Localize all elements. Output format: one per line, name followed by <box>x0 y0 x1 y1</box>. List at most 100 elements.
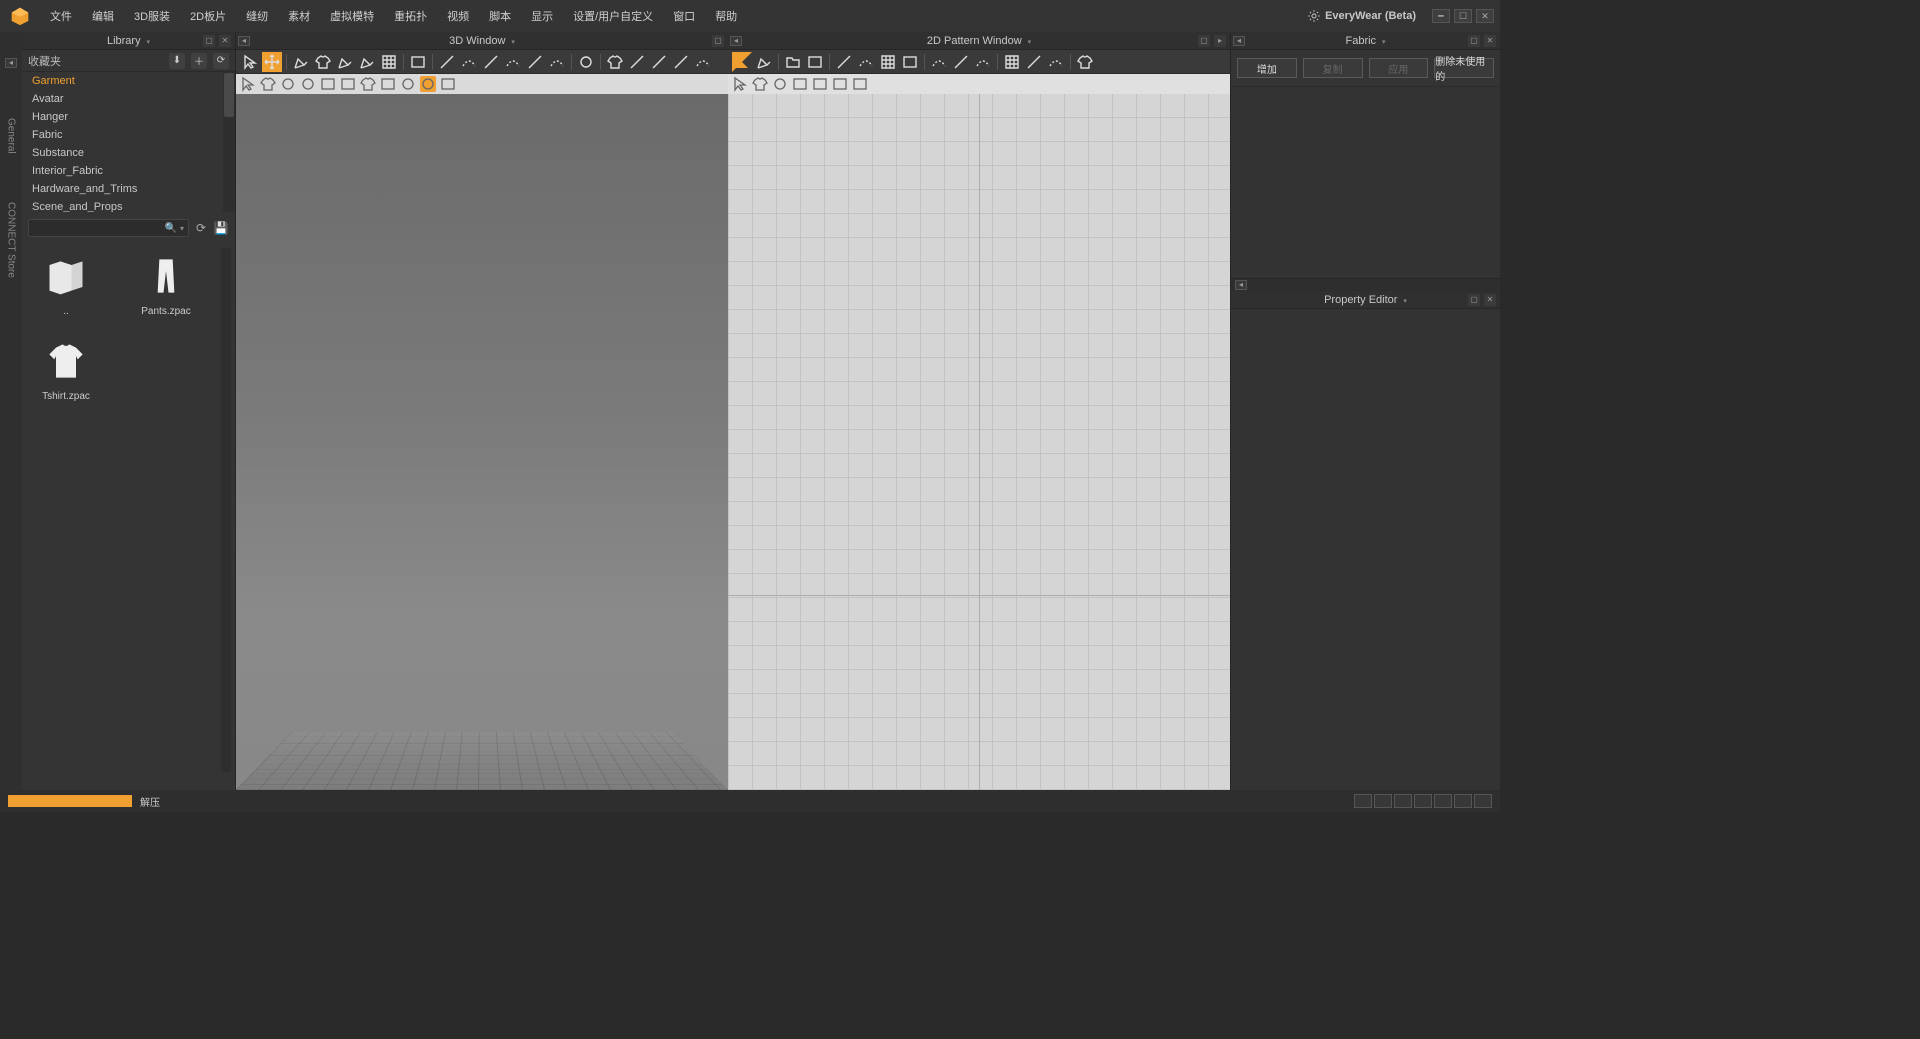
tool2d-0[interactable] <box>732 52 752 72</box>
tool3d-16[interactable] <box>547 52 567 72</box>
category-hanger[interactable]: Hanger <box>22 108 235 126</box>
subtool3d-9[interactable] <box>420 76 436 92</box>
tool3d-15[interactable] <box>525 52 545 72</box>
menu-6[interactable]: 虚拟模特 <box>320 4 384 28</box>
subtool3d-8[interactable] <box>400 76 416 92</box>
subtool3d-0[interactable] <box>240 76 256 92</box>
display-mode-6[interactable] <box>1454 794 1472 808</box>
tool3d-0[interactable] <box>240 52 260 72</box>
tool2d-3[interactable] <box>783 52 803 72</box>
panel-popout-button[interactable]: ▢ <box>203 35 215 47</box>
tool2d-1[interactable] <box>754 52 774 72</box>
library-panel-header[interactable]: Library ▾ ▢ ✕ <box>22 32 235 50</box>
category-avatar[interactable]: Avatar <box>22 90 235 108</box>
panel-popout-button[interactable]: ▢ <box>1468 294 1480 306</box>
menu-7[interactable]: 重拓扑 <box>384 4 437 28</box>
menu-4[interactable]: 缝纫 <box>236 4 278 28</box>
display-mode-3[interactable] <box>1394 794 1412 808</box>
panel-collapse-button[interactable]: ◂ <box>1233 36 1245 46</box>
thumbnails-scrollbar[interactable] <box>221 248 231 772</box>
tool2d-4[interactable] <box>805 52 825 72</box>
display-mode-2[interactable] <box>1374 794 1392 808</box>
fabric-btn-3[interactable]: 删除未使用的 <box>1434 58 1494 78</box>
subtool3d-4[interactable] <box>320 76 336 92</box>
category-hardware_and_trims[interactable]: Hardware_and_Trims <box>22 180 235 198</box>
tool3d-4[interactable] <box>313 52 333 72</box>
favorites-add-button[interactable]: ＋ <box>191 53 207 69</box>
category-garment[interactable]: Garment <box>22 72 235 90</box>
window-close-button[interactable]: ✕ <box>1476 9 1494 23</box>
menu-9[interactable]: 脚本 <box>479 4 521 28</box>
subtool3d-1[interactable] <box>260 76 276 92</box>
subtool2d-5[interactable] <box>832 76 848 92</box>
property-editor-header[interactable]: Property Editor ▾ ▢✕ <box>1231 291 1500 309</box>
3d-window-header[interactable]: ◂ 3D Window ▾ ▢ <box>236 32 728 50</box>
2d-window-header[interactable]: ◂ 2D Pattern Window ▾ ▢▸ <box>728 32 1230 50</box>
tool2d-8[interactable] <box>878 52 898 72</box>
display-mode-5[interactable] <box>1434 794 1452 808</box>
category-scene_and_props[interactable]: Scene_and_Props <box>22 198 235 212</box>
tool2d-7[interactable] <box>856 52 876 72</box>
tool3d-24[interactable] <box>693 52 713 72</box>
tool3d-22[interactable] <box>649 52 669 72</box>
tool3d-11[interactable] <box>437 52 457 72</box>
tool2d-13[interactable] <box>973 52 993 72</box>
side-tab-general[interactable]: General <box>4 114 19 158</box>
menu-11[interactable]: 设置/用户自定义 <box>563 4 663 28</box>
subtool3d-2[interactable] <box>280 76 296 92</box>
category-substance[interactable]: Substance <box>22 144 235 162</box>
tool3d-14[interactable] <box>503 52 523 72</box>
tool3d-21[interactable] <box>627 52 647 72</box>
side-tab-connect-store[interactable]: CONNECT Store <box>4 198 19 282</box>
library-save-button[interactable]: 💾 <box>213 220 229 236</box>
tool2d-16[interactable] <box>1024 52 1044 72</box>
2d-viewport[interactable] <box>728 94 1230 790</box>
subtool2d-0[interactable] <box>732 76 748 92</box>
3d-viewport[interactable] <box>236 94 728 790</box>
fabric-btn-0[interactable]: 增加 <box>1237 58 1297 78</box>
subtool3d-6[interactable] <box>360 76 376 92</box>
tool3d-13[interactable] <box>481 52 501 72</box>
panel-close-button[interactable]: ✕ <box>1484 294 1496 306</box>
panel-collapse-button[interactable]: ◂ <box>1235 280 1247 290</box>
panel-collapse-right-button[interactable]: ▸ <box>1214 35 1226 47</box>
subtool3d-5[interactable] <box>340 76 356 92</box>
favorites-download-button[interactable]: ⬇ <box>169 53 185 69</box>
thumb-Tshirt.zpac[interactable]: Tshirt.zpac <box>30 337 102 402</box>
menu-3[interactable]: 2D板片 <box>180 4 236 28</box>
tool2d-12[interactable] <box>951 52 971 72</box>
subtool2d-3[interactable] <box>792 76 808 92</box>
subtool3d-7[interactable] <box>380 76 396 92</box>
subtool2d-6[interactable] <box>852 76 868 92</box>
display-mode-1[interactable] <box>1354 794 1372 808</box>
tool3d-5[interactable] <box>335 52 355 72</box>
panel-popout-button[interactable]: ▢ <box>712 35 724 47</box>
window-maximize-button[interactable]: ☐ <box>1454 9 1472 23</box>
category-scrollbar[interactable] <box>223 72 235 212</box>
tool2d-6[interactable] <box>834 52 854 72</box>
category-fabric[interactable]: Fabric <box>22 126 235 144</box>
tool3d-7[interactable] <box>379 52 399 72</box>
tool3d-23[interactable] <box>671 52 691 72</box>
tool3d-6[interactable] <box>357 52 377 72</box>
library-search-input[interactable]: 🔍 ▾ <box>28 219 189 237</box>
panel-close-button[interactable]: ✕ <box>219 35 231 47</box>
subtool3d-3[interactable] <box>300 76 316 92</box>
menu-0[interactable]: 文件 <box>40 4 82 28</box>
thumb-Pants.zpac[interactable]: Pants.zpac <box>130 252 202 317</box>
panel-popout-button[interactable]: ▢ <box>1468 35 1480 47</box>
subtool2d-4[interactable] <box>812 76 828 92</box>
menu-5[interactable]: 素材 <box>278 4 320 28</box>
menu-12[interactable]: 窗口 <box>663 4 705 28</box>
window-minimize-button[interactable]: ━ <box>1432 9 1450 23</box>
tool3d-12[interactable] <box>459 52 479 72</box>
tool2d-17[interactable] <box>1046 52 1066 72</box>
tool3d-18[interactable] <box>576 52 596 72</box>
category-interior_fabric[interactable]: Interior_Fabric <box>22 162 235 180</box>
menu-10[interactable]: 显示 <box>521 4 563 28</box>
tool3d-9[interactable] <box>408 52 428 72</box>
subtool3d-10[interactable] <box>440 76 456 92</box>
favorites-refresh-button[interactable]: ⟳ <box>213 53 229 69</box>
menu-2[interactable]: 3D服装 <box>124 4 180 28</box>
tool2d-9[interactable] <box>900 52 920 72</box>
